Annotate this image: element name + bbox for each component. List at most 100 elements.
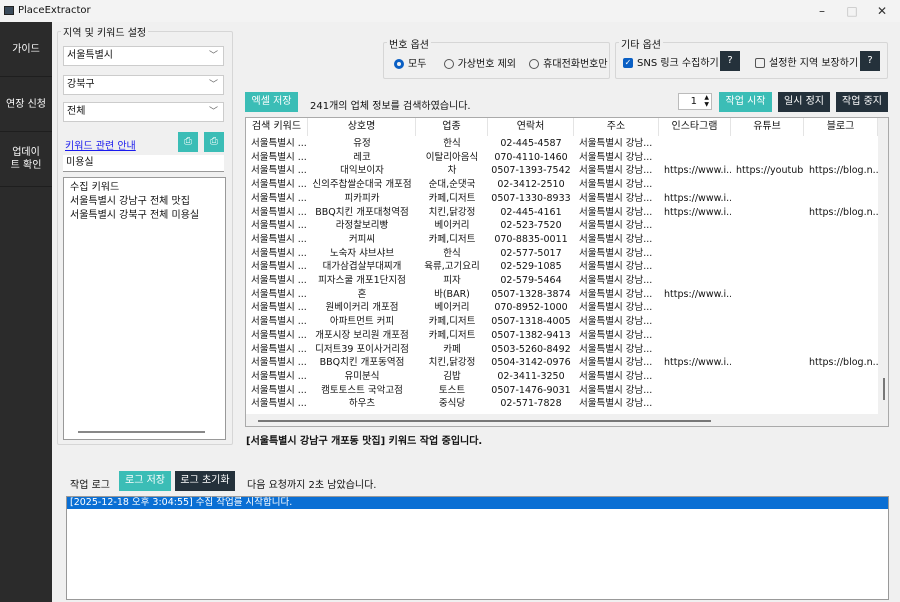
table-cell — [731, 247, 804, 261]
start-button[interactable]: 작업 시작 — [719, 92, 772, 112]
column-header[interactable]: 주소 — [574, 118, 659, 136]
export-keyword-button[interactable]: ⎙ — [204, 132, 224, 152]
table-cell: 서울특별시 ... — [251, 275, 307, 286]
table-row[interactable]: 서울특별시 ... 캠토토스트 국악고점 토스트 0507-1476-9031 서울특별… — [246, 384, 878, 398]
table-cell: 카페,디저트 — [428, 192, 476, 204]
table-row[interactable]: 서울특별시 ... 디저트39 포이사거리점 카페 0503-5260-8492 서울특… — [246, 343, 878, 357]
keyword-list[interactable]: 수집 키워드 서울특별시 강남구 전체 맛집 서울특별시 강북구 전체 미용실 — [63, 177, 226, 440]
excel-save-button[interactable]: 엑셀 저장 — [245, 92, 298, 112]
column-header[interactable]: 유튜브 — [731, 118, 804, 136]
table-cell: 레코 — [353, 151, 371, 163]
close-icon[interactable]: ✕ — [868, 2, 896, 20]
table-row[interactable]: 서울특별시 ... 신의주찹쌀순대국 개포점 순대,순댓국 02-3412-2510 서… — [246, 178, 878, 192]
scrollbar-thumb[interactable] — [883, 378, 885, 400]
table-cell: https://blog.n... — [809, 206, 878, 218]
table-cell — [659, 247, 731, 261]
table-cell: 유정 — [353, 138, 371, 149]
minimize-icon[interactable]: – — [808, 2, 836, 20]
table-row[interactable]: 서울특별시 ... 라정찰보리빵 베이커리 02-523-7520 서울특별시 강남..… — [246, 219, 878, 233]
table-cell — [804, 397, 878, 411]
table-row[interactable]: 서울특별시 ... BBQ치킨 개포동역점 치킨,닭강정 0504-3142-0976… — [246, 356, 878, 370]
log-list[interactable]: [2025-12-18 오후 3:04:55] 수집 작업를 시작합니다. — [66, 496, 889, 600]
column-header[interactable]: 연락처 — [488, 118, 574, 136]
radio-exclude-virtual[interactable]: 가상번호 제외 — [443, 59, 516, 70]
table-row[interactable]: 서울특별시 ... 커피씨 카페,디저트 070-8835-0011 서울특별시 강남.… — [246, 233, 878, 247]
maximize-icon[interactable]: □ — [838, 2, 866, 20]
table-cell: 서울특별시 ... — [251, 192, 307, 204]
radio-all[interactable]: 모두 — [394, 59, 426, 70]
sidebar-item-extension[interactable]: 연장 신청 — [0, 77, 52, 132]
results-table[interactable]: 검색 키워드 상호명 업종 연락처 주소 인스타그램 유튜브 블로그 서울특별시 ... 유정 한… — [245, 117, 889, 427]
log-clear-button[interactable]: 로그 초기화 — [175, 471, 235, 491]
table-row[interactable]: 서울특별시 ... 유미분식 김밥 02-3411-3250 서울특별시 강남... — [246, 370, 878, 384]
column-header[interactable]: 업종 — [416, 118, 488, 136]
keyword-list-item[interactable]: 서울특별시 강북구 전체 미용실 — [70, 209, 225, 223]
table-cell — [731, 260, 804, 274]
table-cell: 0504-3142-0976 — [491, 357, 571, 369]
keyword-list-item[interactable]: 수집 키워드 — [70, 181, 225, 195]
table-cell: 070-8952-1000 — [494, 302, 568, 314]
sidebar-item-guide[interactable]: 가이드 — [0, 22, 52, 77]
horizontal-scrollbar[interactable] — [78, 431, 205, 433]
scrollbar-thumb[interactable] — [258, 420, 711, 422]
table-row[interactable]: 서울특별시 ... 아파트먼트 커피 카페,디저트 0507-1318-4005 서울특… — [246, 315, 878, 329]
sns-checkbox[interactable]: ✓ SNS 링크 수집하기 — [623, 54, 719, 69]
column-header[interactable]: 블로그 — [804, 118, 878, 136]
keyword-list-item[interactable]: 서울특별시 강남구 전체 맛집 — [70, 195, 225, 209]
log-entry[interactable]: [2025-12-18 오후 3:04:55] 수집 작업를 시작합니다. — [67, 497, 888, 509]
sidebar-item-update[interactable]: 업데이트 확인 — [0, 132, 52, 187]
dong-select[interactable]: 전체 ﹀ — [63, 102, 224, 122]
radio-mobile-only[interactable]: 휴대전화번호만 — [529, 59, 608, 70]
table-cell: 육류,고기요리 — [424, 261, 480, 273]
pause-button[interactable]: 일시 정지 — [778, 92, 830, 112]
table-row[interactable]: 서울특별시 ... 피카피카 카페,디저트 0507-1330-8933 서울특별시 강… — [246, 192, 878, 206]
table-cell: 서울특별시 강남... — [579, 247, 653, 259]
column-header[interactable]: 검색 키워드 — [246, 118, 308, 136]
sns-help-button[interactable]: ? — [720, 51, 740, 71]
table-row[interactable]: 서울특별시 ... 레코 이탈리아음식 070-4110-1460 서울특별시 강남..… — [246, 151, 878, 165]
keyword-guide-link[interactable]: 키워드 관련 안내 — [65, 137, 136, 152]
table-row[interactable]: 서울특별시 ... 피자스쿨 개포1단지점 피자 02-579-5464 서울특별시 강… — [246, 274, 878, 288]
log-save-button[interactable]: 로그 저장 — [119, 471, 171, 491]
result-count-text: 241개의 업체 정보를 검색하였습니다. — [310, 101, 471, 112]
spin-arrows-icon[interactable]: ▲ ▼ — [704, 94, 709, 108]
table-cell: 서울특별시 ... — [251, 288, 307, 300]
district-select[interactable]: 강북구 ﹀ — [63, 75, 224, 95]
vertical-scrollbar[interactable] — [878, 118, 888, 426]
city-select[interactable]: 서울특별시 ﹀ — [63, 46, 224, 66]
table-cell — [804, 219, 878, 233]
table-cell — [731, 137, 804, 151]
region-guard-checkbox[interactable]: 설정한 지역 보장하기 — [755, 54, 858, 69]
table-cell: 서울특별시 강남... — [579, 206, 653, 218]
region-guard-help-button[interactable]: ? — [860, 51, 880, 71]
stop-button[interactable]: 작업 중지 — [836, 92, 888, 112]
table-row[interactable]: 서울특별시 ... 대익보이자 차 0507-1393-7542 서울특별시 강남...… — [246, 164, 878, 178]
table-cell: 서울특별시 강남... — [579, 343, 653, 355]
horizontal-scrollbar[interactable] — [246, 414, 878, 426]
radio-label: 휴대전화번호만 — [543, 59, 608, 70]
clipboard-icon: ⎙ — [210, 136, 218, 147]
table-cell — [731, 151, 804, 165]
table-cell — [731, 384, 804, 398]
radio-icon — [443, 59, 454, 69]
column-header[interactable]: 인스타그램 — [659, 118, 731, 136]
table-row[interactable]: 서울특별시 ... 원베이커리 개포점 베이커리 070-8952-1000 서울특별시… — [246, 301, 878, 315]
table-cell: 02-445-4161 — [500, 206, 562, 218]
keyword-input[interactable]: 미용실 — [63, 155, 224, 172]
clipboard-icon: ⎙ — [184, 136, 192, 147]
table-row[interactable]: 서울특별시 ... 유정 한식 02-445-4587 서울특별시 강남... — [246, 137, 878, 151]
column-header[interactable]: 상호명 — [308, 118, 416, 136]
import-keyword-button[interactable]: ⎙ — [178, 132, 198, 152]
table-row[interactable]: 서울특별시 ... 혼 바(BAR) 0507-1328-3874 서울특별시 강남..… — [246, 288, 878, 302]
table-row[interactable]: 서울특별시 ... 개포시장 보리원 개포점 카페,디저트 0507-1382-941… — [246, 329, 878, 343]
table-cell: 이탈리아음식 — [425, 151, 479, 163]
table-row[interactable]: 서울특별시 ... 노숙자 샤브샤브 한식 02-577-5017 서울특별시 강남..… — [246, 247, 878, 261]
table-row[interactable]: 서울특별시 ... 하우츠 중식당 02-571-7828 서울특별시 강남... — [246, 397, 878, 411]
table-cell — [804, 151, 878, 165]
table-row[interactable]: 서울특별시 ... 대가삼겹살부대찌개 육류,고기요리 02-529-1085 서울특별… — [246, 260, 878, 274]
thread-count-spinbox[interactable]: 1 ▲ ▼ — [678, 93, 712, 110]
log-label: 작업 로그 — [70, 480, 110, 491]
table-cell: 카페,디저트 — [428, 316, 476, 328]
table-row[interactable]: 서울특별시 ... BBQ치킨 개포대청역점 치킨,닭강정 02-445-4161 서울… — [246, 206, 878, 220]
table-cell: 서울특별시 강남... — [579, 233, 653, 245]
